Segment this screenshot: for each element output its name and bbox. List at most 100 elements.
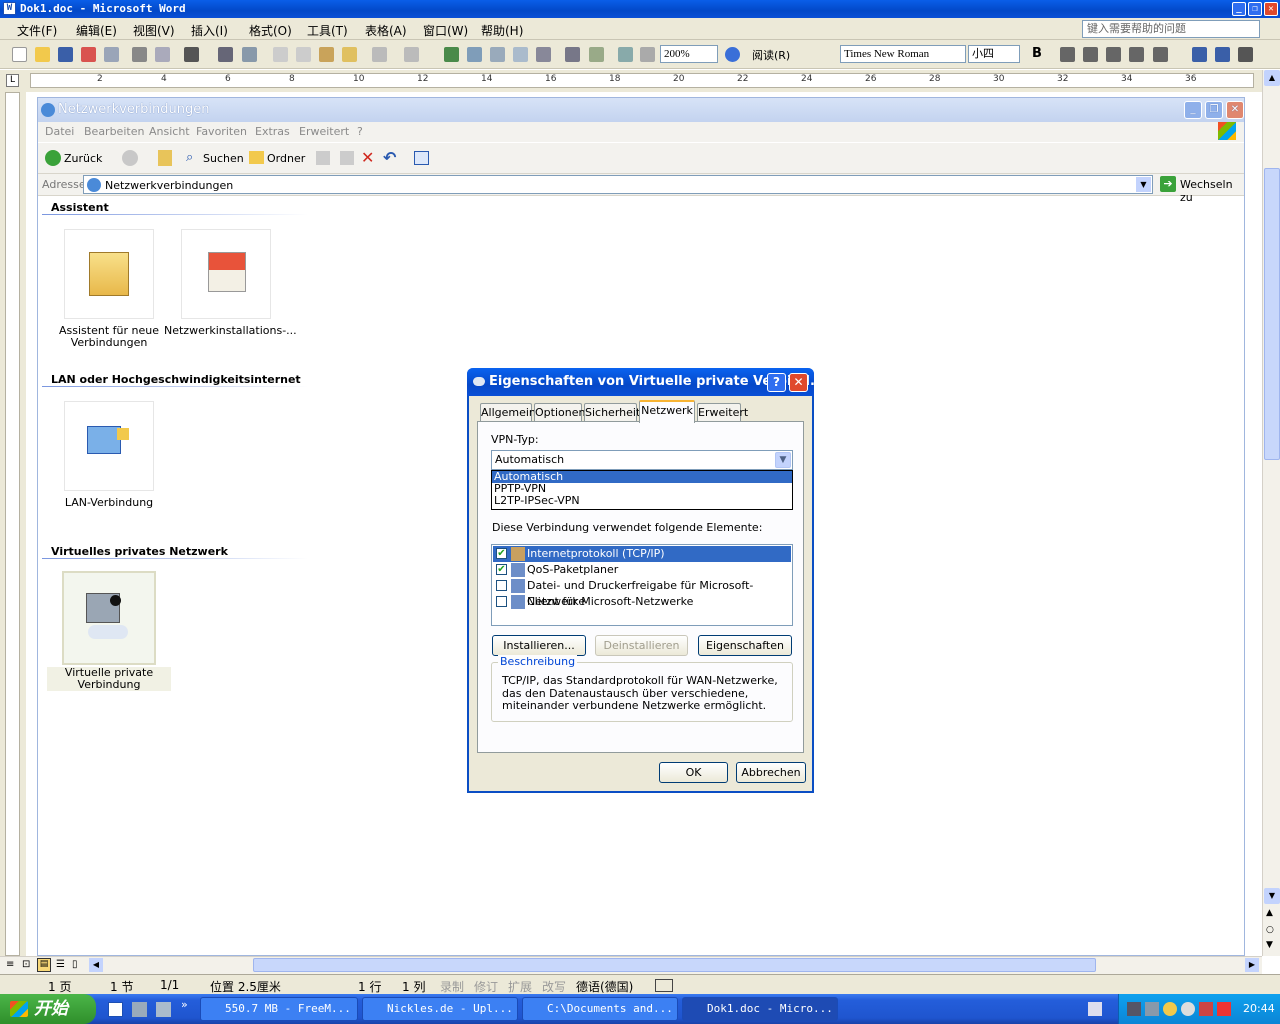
- menu-table[interactable]: 表格(A): [365, 22, 407, 39]
- document-map-icon[interactable]: [589, 47, 604, 62]
- start-button[interactable]: 开始: [0, 994, 96, 1024]
- search-icon[interactable]: ⌕: [186, 150, 193, 165]
- scroll-left-icon[interactable]: ◀: [89, 958, 103, 972]
- ex-menu-ansicht[interactable]: Ansicht: [149, 125, 190, 138]
- menu-format[interactable]: 格式(O): [249, 22, 292, 39]
- bullets-icon[interactable]: [1215, 47, 1230, 62]
- forward-arrow-icon[interactable]: [122, 150, 138, 166]
- clock[interactable]: 20:44: [1243, 1002, 1275, 1015]
- install-button[interactable]: Installieren...: [492, 635, 586, 656]
- status-record[interactable]: 录制: [440, 978, 464, 995]
- prev-page-icon[interactable]: ▲: [1266, 908, 1273, 918]
- excel-icon[interactable]: [513, 47, 528, 62]
- paste-icon[interactable]: [319, 47, 334, 62]
- dialog-help-icon[interactable]: ?: [767, 373, 786, 392]
- ex-menu-help[interactable]: ?: [357, 125, 363, 138]
- align-left-icon[interactable]: [1060, 47, 1075, 62]
- zoom-combo[interactable]: 200%: [660, 45, 718, 63]
- folders-icon[interactable]: [249, 151, 264, 164]
- scroll-down-icon[interactable]: ▼: [1264, 888, 1280, 904]
- ex-menu-extras[interactable]: Extras: [255, 125, 290, 138]
- outline-view-icon[interactable]: ☰: [56, 959, 65, 970]
- task-word[interactable]: Dok1.doc - Micro...: [682, 997, 838, 1021]
- dialog-close-icon[interactable]: ✕: [789, 373, 808, 392]
- restore-icon[interactable]: ❐: [1248, 2, 1262, 16]
- indent-icon[interactable]: [1238, 47, 1253, 62]
- insert-table-icon[interactable]: [490, 47, 505, 62]
- help-icon[interactable]: [725, 47, 740, 62]
- spelling-status-icon[interactable]: [655, 979, 673, 992]
- permission-icon[interactable]: [81, 47, 96, 62]
- new-document-icon[interactable]: [12, 47, 27, 62]
- menu-tools[interactable]: 工具(T): [307, 22, 348, 39]
- ex-menu-datei[interactable]: Datei: [45, 125, 74, 138]
- delete-icon[interactable]: ✕: [361, 148, 374, 167]
- tray-antivirus-icon[interactable]: [1217, 1002, 1231, 1016]
- undo-arrow-icon[interactable]: ↶: [383, 148, 396, 167]
- horizontal-scrollbar[interactable]: ≡ ⊡ ▤ ☰ ▯ ◀ ▶: [0, 956, 1262, 974]
- tray-security-icon[interactable]: [1181, 1002, 1195, 1016]
- show-hide-icon[interactable]: [618, 47, 633, 62]
- scroll-up-icon[interactable]: ▲: [1264, 70, 1280, 86]
- menu-insert[interactable]: 插入(I): [191, 22, 228, 39]
- print-preview-icon[interactable]: [155, 47, 170, 62]
- up-folder-icon[interactable]: [158, 150, 172, 166]
- status-language[interactable]: 德语(德国): [576, 978, 633, 995]
- normal-view-icon[interactable]: ≡: [6, 959, 14, 970]
- align-center-icon[interactable]: [1083, 47, 1098, 62]
- font-size-combo[interactable]: 小四: [968, 45, 1020, 63]
- search-button[interactable]: Suchen: [203, 152, 244, 165]
- research-icon[interactable]: [242, 47, 257, 62]
- menu-edit[interactable]: 编辑(E): [76, 22, 117, 39]
- horizontal-ruler[interactable]: L 2 4 6 8 10 12 14 16 18 20 22 24 26 28 30 32 34 36: [0, 70, 1264, 92]
- address-dropdown-icon[interactable]: ▼: [1136, 177, 1151, 192]
- tray-alert-icon[interactable]: [1199, 1002, 1213, 1016]
- reading-view-icon[interactable]: ▯: [72, 959, 78, 970]
- help-search-input[interactable]: 键入需要帮助的问题: [1082, 20, 1260, 38]
- chinese-convert-icon[interactable]: [184, 47, 199, 62]
- new-connection-wizard-label[interactable]: Assistent für neue Verbindungen: [47, 325, 171, 349]
- move-to-icon[interactable]: [316, 151, 330, 165]
- explorer-restore-icon[interactable]: ❐: [1205, 101, 1223, 119]
- quicklaunch-word-icon[interactable]: [108, 1002, 123, 1017]
- back-arrow-icon[interactable]: [45, 150, 61, 166]
- address-input[interactable]: Netzwerkverbindungen ▼: [83, 175, 1153, 194]
- menu-window[interactable]: 窗口(W): [423, 22, 468, 39]
- task-freemem[interactable]: 550.7 MB - FreeM...: [200, 997, 358, 1021]
- redo-icon[interactable]: [404, 47, 419, 62]
- horizontal-scroll-thumb[interactable]: [253, 958, 1096, 972]
- tab-erweitert[interactable]: Erweitert: [697, 403, 748, 422]
- explorer-close-icon[interactable]: ✕: [1226, 101, 1244, 119]
- quicklaunch-app-icon[interactable]: [156, 1002, 171, 1017]
- hyperlink-icon[interactable]: [444, 47, 459, 62]
- keyboard-icon[interactable]: [1088, 1002, 1102, 1016]
- component-checkbox[interactable]: [496, 580, 507, 591]
- vpn-connection-label[interactable]: Virtuelle private Verbindung: [47, 667, 171, 691]
- task-documents[interactable]: C:\Documents and...: [522, 997, 678, 1021]
- chevron-down-icon[interactable]: ▼: [775, 452, 791, 468]
- email-icon[interactable]: [104, 47, 119, 62]
- component-checkbox[interactable]: [496, 596, 507, 607]
- print-icon[interactable]: [132, 47, 147, 62]
- tray-monitor-icon[interactable]: [1145, 1002, 1159, 1016]
- numbering-icon[interactable]: [1192, 47, 1207, 62]
- line-spacing-icon[interactable]: [1153, 47, 1168, 62]
- menu-file[interactable]: 文件(F): [17, 22, 57, 39]
- ex-menu-erweitert[interactable]: Erweitert: [299, 125, 349, 138]
- network-setup-item[interactable]: [181, 229, 271, 319]
- list-item[interactable]: Datei- und Druckerfreigabe für Microsoft…: [493, 578, 791, 608]
- read-mode-button[interactable]: 阅读(R): [752, 47, 790, 63]
- component-checkbox[interactable]: ✔: [496, 548, 507, 559]
- undo-icon[interactable]: [372, 47, 387, 62]
- format-painter-icon[interactable]: [342, 47, 357, 62]
- print-layout-icon[interactable]: ▤: [37, 958, 51, 972]
- tab-netzwerk[interactable]: Netzwerk: [639, 400, 695, 423]
- list-item[interactable]: ✔ Internetprotokoll (TCP/IP): [493, 546, 791, 562]
- lan-connection-label[interactable]: LAN-Verbindung: [47, 497, 171, 509]
- cut-icon[interactable]: [273, 47, 288, 62]
- status-overtype[interactable]: 改写: [542, 978, 566, 995]
- folders-button[interactable]: Ordner: [267, 152, 305, 165]
- drawing-icon[interactable]: [565, 47, 580, 62]
- list-item[interactable]: Client für Microsoft-Netzwerke: [493, 594, 791, 610]
- minimize-icon[interactable]: _: [1232, 2, 1246, 16]
